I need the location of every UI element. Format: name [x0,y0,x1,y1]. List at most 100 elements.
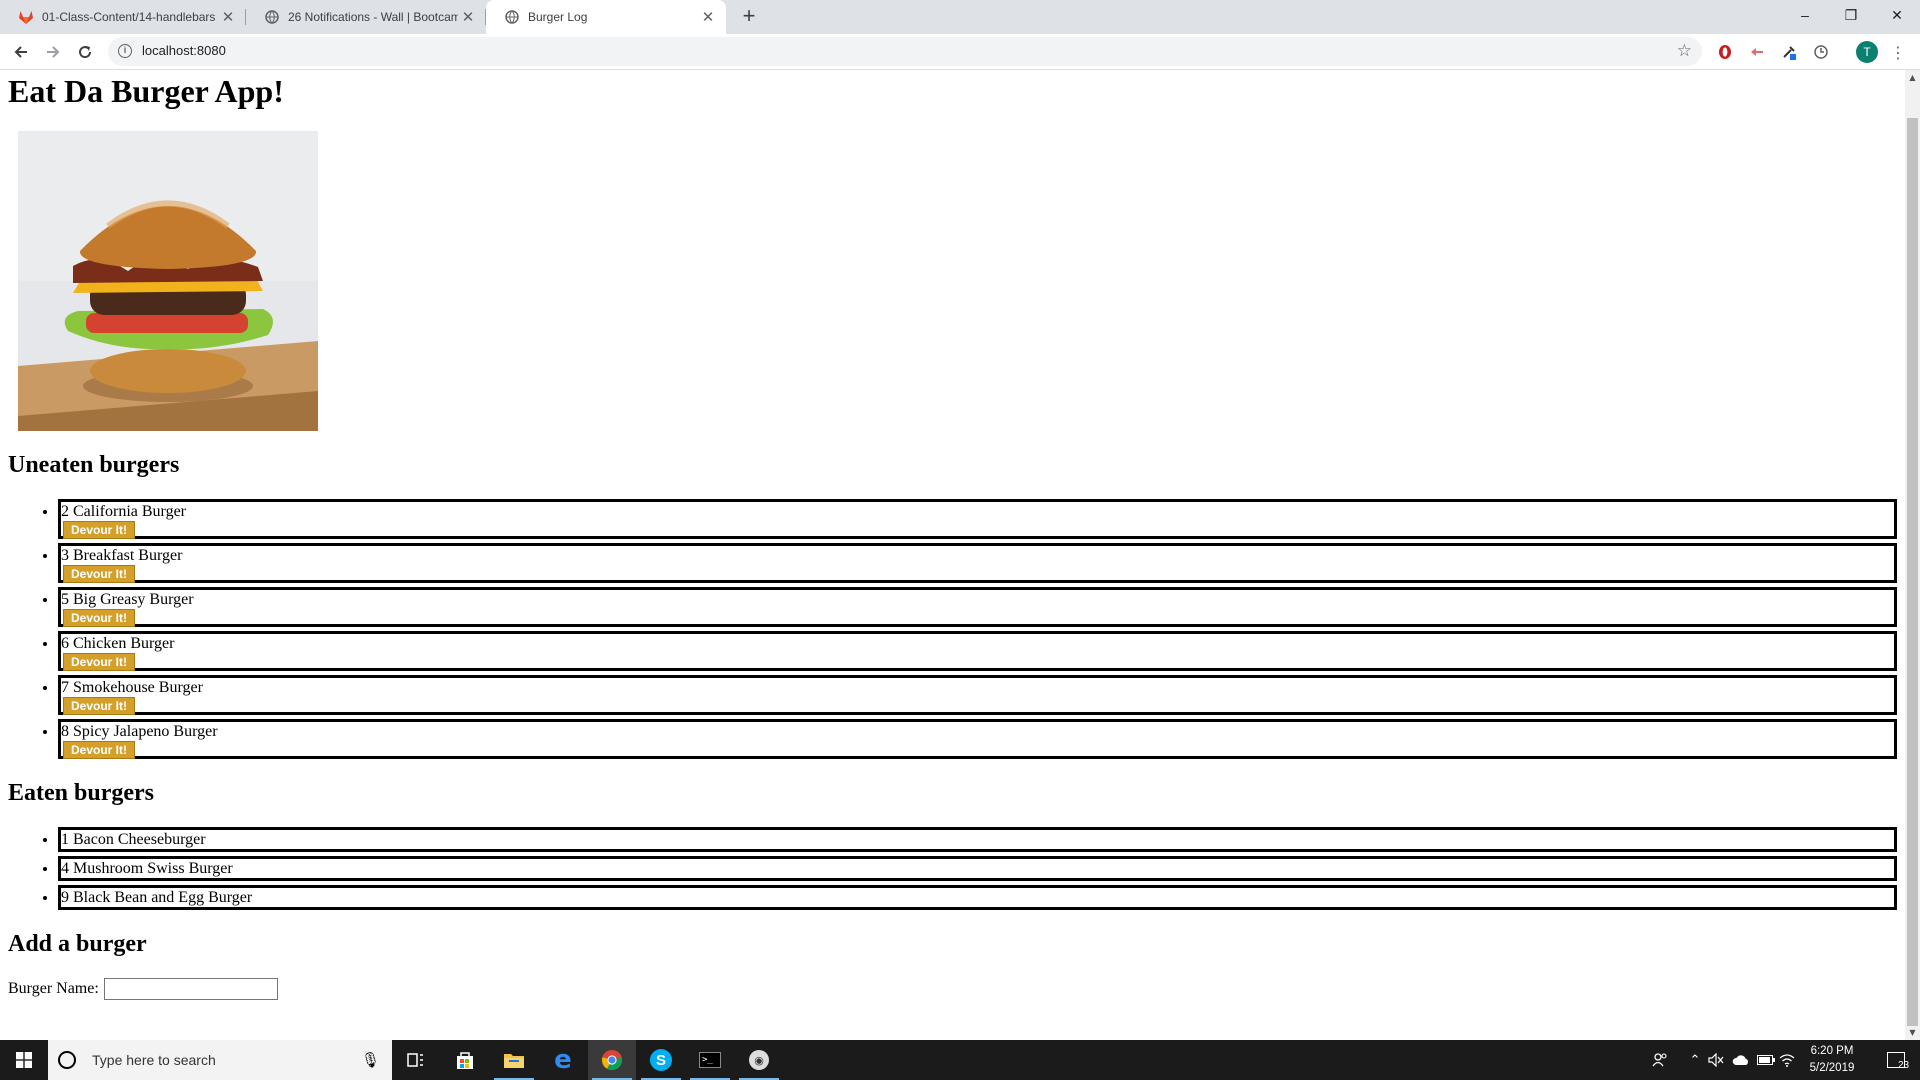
scroll-down-arrow-icon[interactable]: ▼ [1905,1025,1920,1040]
speaker-muted-icon[interactable] [1706,1040,1726,1080]
list-item: 7 Smokehouse BurgerDevour It! [58,675,1897,715]
eyedropper-extension-icon[interactable] [1780,43,1798,61]
browser-toolbar: i localhost:8080 ☆ T ⋮ [0,34,1920,70]
reload-button[interactable] [71,38,99,66]
devour-button[interactable]: Devour It! [63,653,136,671]
minimize-button[interactable]: – [1782,0,1828,30]
devour-button[interactable]: Devour It! [63,521,136,539]
burger-name-input[interactable] [103,978,278,1000]
list-item: 2 California BurgerDevour It! [58,499,1897,539]
forward-button[interactable] [39,38,67,66]
profile-avatar[interactable]: T [1856,41,1878,63]
terminal-app[interactable]: >_ [686,1040,734,1080]
edge-e-icon: e [554,1045,572,1075]
tab-title: 01-Class-Content/14-handlebars [42,10,216,24]
globe-icon [504,9,520,25]
devour-button[interactable]: Devour It! [63,697,136,715]
devour-button[interactable]: Devour It! [63,741,136,759]
tab-gitlab[interactable]: 01-Class-Content/14-handlebars ✕ [0,0,246,34]
maximize-button[interactable]: ❐ [1828,0,1874,30]
burger-id: 7 [61,679,69,696]
close-window-button[interactable]: ✕ [1874,0,1920,30]
list-item: 1 Bacon Cheeseburger [58,827,1897,852]
action-center-button[interactable]: 23 [1876,1040,1916,1080]
tab-title: Burger Log [528,10,588,24]
cortana-circle-icon [58,1051,76,1069]
url-text[interactable]: localhost:8080 [142,43,226,58]
back-button[interactable] [7,38,35,66]
burger-name: California Burger [73,503,187,520]
scrollbar-thumb[interactable] [1907,118,1918,1026]
onedrive-cloud-icon[interactable] [1730,1040,1752,1080]
store-bag-icon [457,1052,473,1069]
globe-icon [264,9,280,25]
burger-id: 8 [61,723,69,740]
browser-tab-strip: 01-Class-Content/14-handlebars ✕ 26 Noti… [0,0,1920,34]
tab-burger-log[interactable]: Burger Log ✕ [486,0,726,34]
battery-icon[interactable] [1756,1040,1776,1080]
notification-count: 23 [1898,1060,1910,1071]
search-placeholder: Type here to search [92,1052,216,1068]
new-tab-button[interactable]: + [738,5,760,28]
task-view-icon [407,1053,423,1067]
burger-id: 4 [61,860,69,877]
list-item: 6 Chicken BurgerDevour It! [58,631,1897,671]
burger-card: 3 Breakfast BurgerDevour It! [58,543,1897,583]
burger-form: Burger Name: [8,978,1897,1000]
devour-button[interactable]: Devour It! [63,609,136,627]
tab-close-icon[interactable]: ✕ [218,7,238,27]
folder-icon [504,1054,524,1068]
info-icon[interactable]: i [118,44,132,58]
skype-icon: S [650,1049,672,1071]
people-icon[interactable] [1648,1040,1672,1080]
burger-id: 6 [61,635,69,652]
arrow-left-icon [14,46,27,58]
taskbar-search-box[interactable]: Type here to search 🎙 [48,1040,392,1080]
burger-id: 1 [61,831,69,848]
gitlab-fox-icon [18,9,34,25]
page-scrollbar[interactable]: ▲ ▼ [1905,70,1920,1040]
chrome-app[interactable] [588,1040,636,1080]
burger-card: 7 Smokehouse BurgerDevour It! [58,675,1897,715]
task-view-button[interactable] [392,1040,440,1080]
file-explorer-app[interactable] [490,1040,538,1080]
chrome-icon [601,1050,622,1070]
show-hidden-icons-icon[interactable]: ⌃ [1686,1040,1704,1080]
arrows-extension-icon[interactable] [1748,43,1766,61]
burger-name: Big Greasy Burger [73,591,194,608]
tab-close-icon[interactable]: ✕ [698,7,718,27]
burger-id: 3 [61,547,69,564]
list-item: 9 Black Bean and Egg Burger [58,885,1897,910]
store-app[interactable] [441,1040,489,1080]
reload-icon [79,46,92,59]
tab-bootcamp[interactable]: 26 Notifications - Wall | Bootcamp ✕ [246,0,486,34]
clock-extension-icon[interactable] [1812,43,1830,61]
app-elephant[interactable]: ◉ [735,1040,783,1080]
eaten-heading: Eaten burgers [8,780,154,806]
opera-extension-icon[interactable] [1716,43,1734,61]
uneaten-list: 2 California BurgerDevour It! 3 Breakfas… [8,499,1897,759]
start-button[interactable] [0,1040,48,1080]
page-viewport: Eat Da Burger App! Uneaten burgers • 2 C… [0,70,1905,1040]
browser-menu-icon[interactable]: ⋮ [1889,43,1907,62]
devour-button[interactable]: Devour It! [63,565,136,583]
burger-name: Black Bean and Egg Burger [73,889,253,906]
clock-date: 5/2/2019 [1809,1062,1855,1074]
arrow-right-icon [47,46,60,58]
burger-name-label: Burger Name: [8,980,99,997]
burger-card: 6 Chicken BurgerDevour It! [58,631,1897,671]
bookmark-star-icon[interactable]: ☆ [1677,42,1692,60]
scroll-up-arrow-icon[interactable]: ▲ [1905,70,1920,85]
address-bar[interactable]: i localhost:8080 ☆ [108,37,1702,66]
skype-app[interactable]: S [637,1040,685,1080]
microphone-icon[interactable]: 🎙 [361,1051,380,1070]
add-burger-heading: Add a burger [8,931,147,957]
burger-name: Chicken Burger [73,635,175,652]
system-clock[interactable]: 6:20 PM 5/2/2019 [1790,1040,1874,1080]
burger-card: 4 Mushroom Swiss Burger [58,856,1897,881]
edge-app[interactable]: e [539,1040,587,1080]
tab-close-icon[interactable]: ✕ [458,7,478,27]
clock-time: 6:20 PM [1810,1045,1854,1057]
burger-card: 1 Bacon Cheeseburger [58,827,1897,852]
list-item: 4 Mushroom Swiss Burger [58,856,1897,881]
